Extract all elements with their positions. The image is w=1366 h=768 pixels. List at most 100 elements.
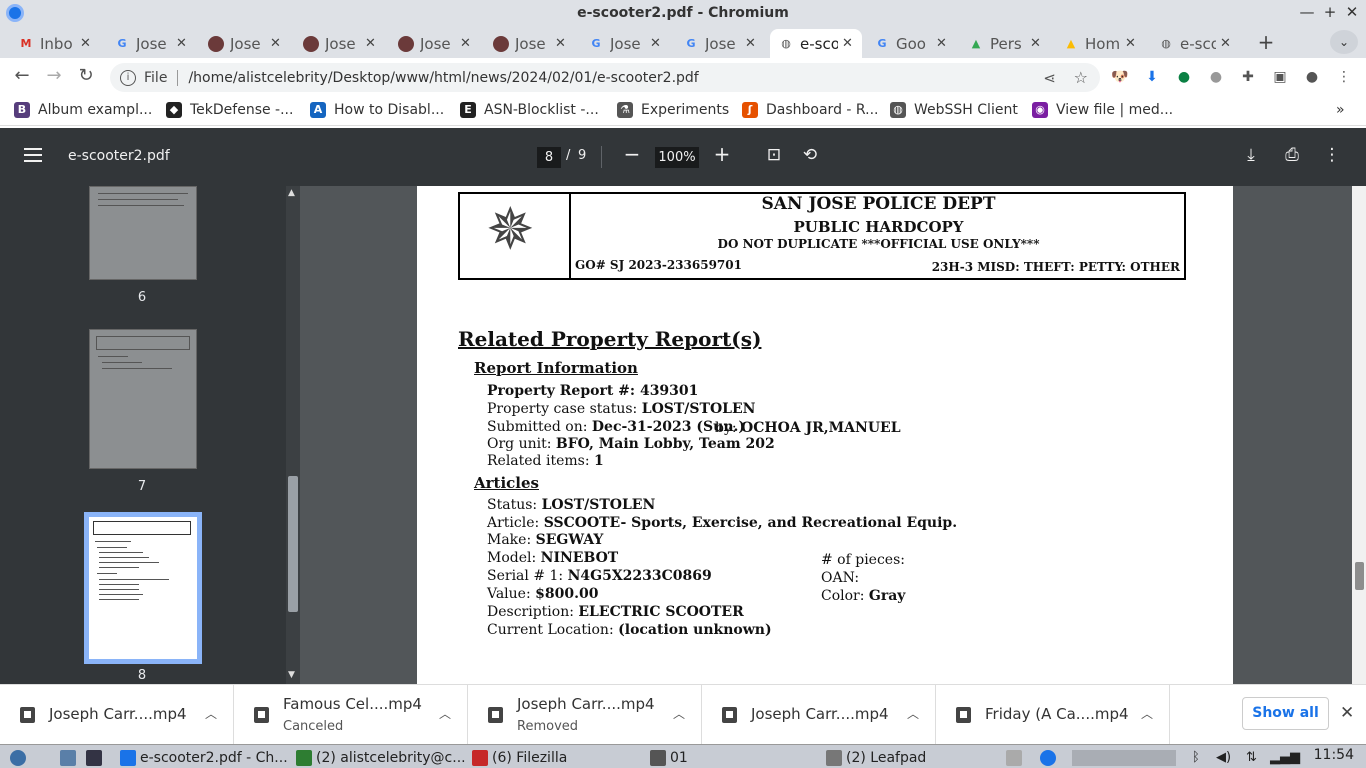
close-downloads-icon[interactable]: ✕ — [1340, 703, 1354, 723]
bookmark-item[interactable]: ◍ WebSSH Client — [890, 102, 1018, 118]
zoom-out-icon[interactable]: − — [620, 142, 644, 166]
close-tab-icon[interactable]: ✕ — [365, 36, 379, 51]
more-bookmarks-icon[interactable]: » — [1336, 102, 1345, 118]
chevron-up-icon[interactable]: ︿ — [1141, 705, 1153, 722]
page-thumbnail-8[interactable] — [84, 512, 202, 664]
tab-6[interactable]: G Jose ✕ — [580, 29, 670, 58]
close-tab-icon[interactable]: ✕ — [80, 36, 94, 51]
close-window-icon[interactable]: ✕ — [1342, 3, 1362, 21]
close-tab-icon[interactable]: ✕ — [650, 36, 664, 51]
viewer-scrollbar[interactable] — [1352, 186, 1366, 684]
info-icon[interactable]: i — [120, 69, 136, 86]
bookmark-item[interactable]: B Album exampl... — [14, 102, 152, 118]
tab-2[interactable]: Jose ✕ — [200, 29, 290, 58]
close-tab-icon[interactable]: ✕ — [460, 36, 474, 51]
bookmark-item[interactable]: ʃ Dashboard - R... — [742, 102, 879, 118]
tab-3[interactable]: Jose ✕ — [295, 29, 385, 58]
volume-icon[interactable]: ◀) — [1216, 747, 1231, 768]
maximize-icon[interactable]: + — [1320, 3, 1340, 21]
network-icon[interactable]: ⇅ — [1246, 747, 1257, 768]
new-tab-button[interactable]: + — [1254, 30, 1278, 54]
tab-4[interactable]: Jose ✕ — [390, 29, 480, 58]
forward-icon[interactable]: → — [42, 65, 66, 86]
download-icon[interactable]: ⬇ — [1143, 68, 1161, 86]
page-thumbnail-6[interactable] — [89, 186, 197, 280]
taskbar-window-button[interactable]: e-scooter2.pdf - Ch... — [120, 747, 288, 768]
pdf-filename: e-scooter2.pdf — [68, 148, 170, 164]
tab-12[interactable]: ◍ e-sco ✕ — [1150, 29, 1240, 58]
start-menu-icon[interactable] — [10, 747, 30, 768]
more-actions-icon[interactable]: ⋮ — [1320, 145, 1344, 165]
extensions-puzzle-icon[interactable]: ✚ — [1239, 68, 1257, 86]
close-tab-icon[interactable]: ✕ — [745, 36, 759, 51]
share-icon[interactable]: ⋖ — [1043, 69, 1056, 87]
bookmark-item[interactable]: ◉ View file | med... — [1032, 102, 1173, 118]
tab-11[interactable]: ▲ Hom ✕ — [1055, 29, 1145, 58]
address-bar[interactable]: i File /home/alistcelebrity/Desktop/www/… — [110, 63, 1100, 92]
close-tab-icon[interactable]: ✕ — [555, 36, 569, 51]
tab-0[interactable]: M Inbo ✕ — [10, 29, 100, 58]
chevron-up-icon[interactable]: ︿ — [907, 705, 919, 722]
profile-icon[interactable]: ● — [1303, 68, 1321, 86]
zoom-in-icon[interactable]: + — [710, 142, 734, 166]
download-item[interactable]: Joseph Carr....mp4 ︿ — [702, 685, 936, 745]
file-manager-icon[interactable] — [60, 747, 80, 768]
close-tab-icon[interactable]: ✕ — [936, 36, 950, 51]
chevron-up-icon[interactable]: ︿ — [673, 705, 685, 722]
bookmark-item[interactable]: E ASN-Blocklist -... — [460, 102, 599, 118]
chevron-up-icon[interactable]: ︿ — [439, 705, 451, 722]
bookmark-star-icon[interactable]: ☆ — [1074, 68, 1088, 87]
taskbar-window-button[interactable]: (2) alistcelebrity@c... — [296, 747, 466, 768]
show-all-button[interactable]: Show all — [1242, 697, 1329, 730]
zoom-input[interactable]: 100% — [655, 147, 699, 168]
fit-page-icon[interactable]: ⊡ — [762, 145, 786, 165]
workspace-switcher[interactable] — [1072, 747, 1176, 768]
tab-5[interactable]: Jose ✕ — [485, 29, 575, 58]
extension-shield-icon[interactable]: ● — [1175, 68, 1193, 86]
tray-chromium-icon[interactable] — [1040, 747, 1060, 768]
close-tab-icon[interactable]: ✕ — [270, 36, 284, 51]
print-icon[interactable]: ⎙ — [1280, 145, 1304, 165]
download-item[interactable]: Famous Cel....mp4 Canceled ︿ — [234, 685, 468, 745]
tab-7[interactable]: G Jose ✕ — [675, 29, 765, 58]
taskbar-window-button[interactable]: (2) Leafpad — [826, 747, 926, 768]
bookmark-item[interactable]: ◆ TekDefense -... — [166, 102, 293, 118]
tab-10[interactable]: ▲ Pers ✕ — [960, 29, 1050, 58]
minimize-icon[interactable]: — — [1297, 3, 1317, 21]
back-icon[interactable]: ← — [10, 65, 34, 86]
extension-circle-icon[interactable]: ● — [1207, 68, 1225, 86]
chevron-up-icon[interactable]: ︿ — [205, 705, 217, 722]
bookmark-item[interactable]: A How to Disabl... — [310, 102, 444, 118]
menu-hamburger-icon[interactable] — [24, 148, 42, 162]
download-item[interactable]: Joseph Carr....mp4 Removed ︿ — [468, 685, 702, 745]
clock[interactable]: 11:54 — [1314, 747, 1354, 763]
tab-1[interactable]: G Jose ✕ — [106, 29, 196, 58]
menu-kebab-icon[interactable]: ⋮ — [1335, 68, 1353, 86]
tray-window-icon[interactable] — [1006, 747, 1026, 768]
side-panel-icon[interactable]: ▣ — [1271, 68, 1289, 86]
tab-9[interactable]: G Goo ✕ — [866, 29, 956, 58]
close-tab-icon[interactable]: ✕ — [176, 36, 190, 51]
bluetooth-icon[interactable]: ᛒ — [1192, 747, 1200, 768]
terminal-launcher-icon[interactable] — [86, 747, 106, 768]
extension-dog-icon[interactable]: 🐶 — [1111, 68, 1129, 86]
sidebar-scrollbar[interactable]: ▲ ▼ — [286, 186, 300, 684]
tab-8[interactable]: ◍ e-sco ✕ — [770, 29, 862, 58]
tab-search-button[interactable]: ⌄ — [1330, 30, 1358, 54]
taskbar-window-button[interactable]: 01 — [650, 747, 688, 768]
close-tab-icon[interactable]: ✕ — [1220, 36, 1234, 51]
taskbar-window-button[interactable]: (6) Filezilla — [472, 747, 567, 768]
download-item[interactable]: Friday (A Ca....mp4 ︿ — [936, 685, 1170, 745]
page-thumbnail-7[interactable] — [89, 329, 197, 469]
signal-icon[interactable]: ▂▄▆ — [1270, 747, 1300, 768]
close-tab-icon[interactable]: ✕ — [842, 36, 856, 51]
download-item[interactable]: Joseph Carr....mp4 ︿ — [0, 685, 234, 745]
url-text[interactable]: /home/alistcelebrity/Desktop/www/html/ne… — [188, 70, 698, 86]
reload-icon[interactable]: ↻ — [74, 65, 98, 86]
rotate-icon[interactable]: ⟲ — [798, 145, 822, 165]
close-tab-icon[interactable]: ✕ — [1030, 36, 1044, 51]
page-number-input[interactable]: 8 — [537, 147, 561, 168]
download-pdf-icon[interactable]: ⤓ — [1239, 145, 1263, 165]
bookmark-item[interactable]: ⚗ Experiments — [617, 102, 729, 118]
close-tab-icon[interactable]: ✕ — [1125, 36, 1139, 51]
